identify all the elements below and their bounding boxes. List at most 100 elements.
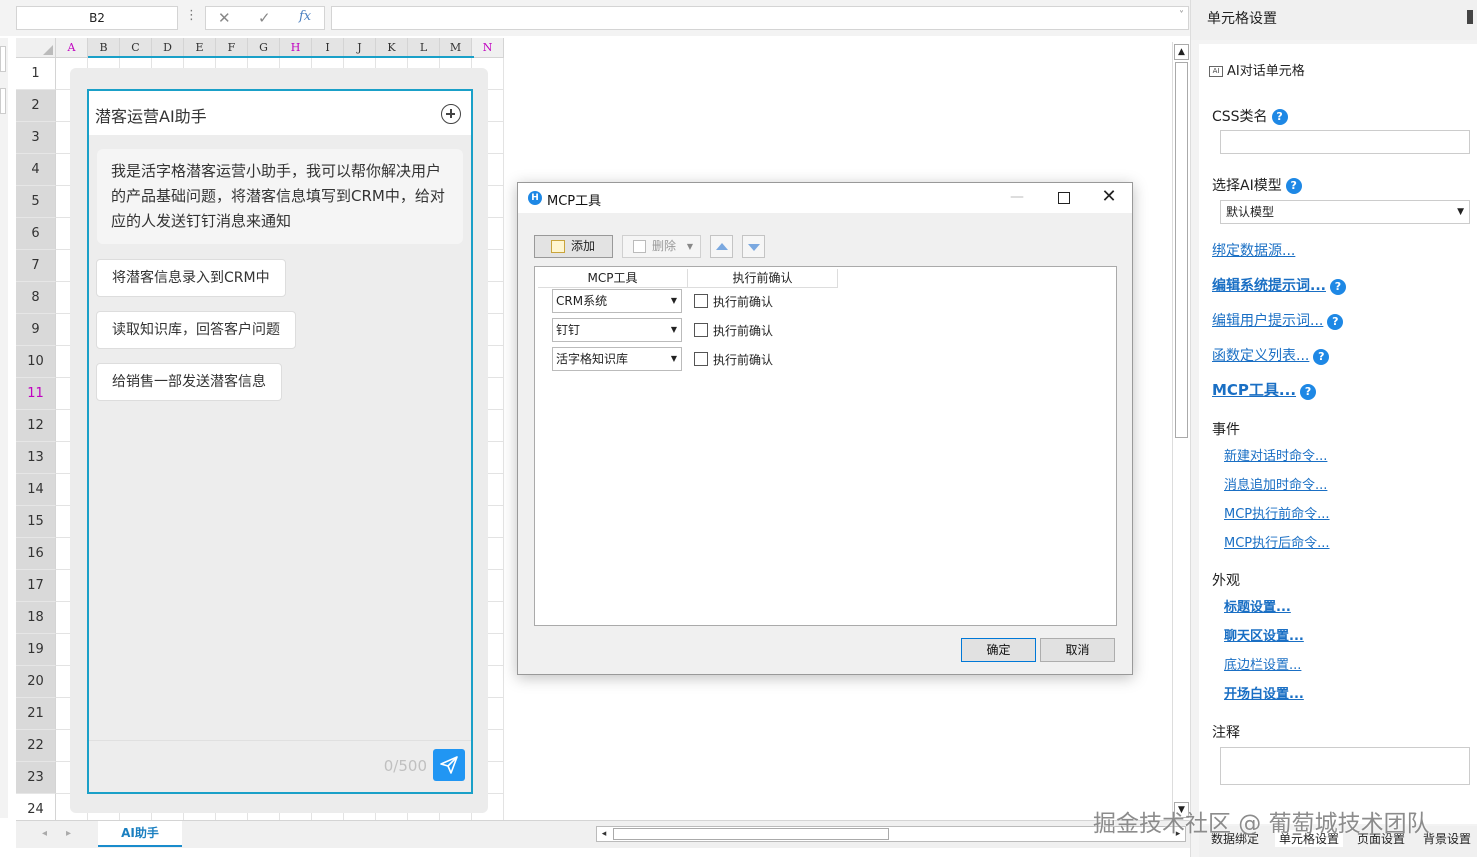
ok-button[interactable]: 确定 — [961, 638, 1036, 662]
help-icon[interactable]: ? — [1300, 383, 1317, 400]
help-icon[interactable]: ? — [1327, 313, 1344, 330]
row-header-cell[interactable]: 17 — [16, 570, 56, 602]
appearance-link[interactable]: 标题设置... — [1224, 596, 1291, 615]
sheet-tab-ai[interactable]: AI助手 — [98, 821, 182, 847]
close-icon[interactable]: ✕ — [1086, 183, 1132, 213]
column-header-cell[interactable]: M — [440, 38, 472, 58]
column-header-cell[interactable]: K — [376, 38, 408, 58]
column-header-cell[interactable]: G — [248, 38, 280, 58]
row-header-cell[interactable]: 9 — [16, 314, 56, 346]
move-down-icon[interactable] — [742, 235, 765, 258]
vertical-scrollbar[interactable]: ▲ ▼ — [1172, 42, 1190, 818]
select-all-corner[interactable] — [16, 38, 56, 58]
move-up-icon[interactable] — [710, 235, 733, 258]
tab-background-settings[interactable]: 背景设置 — [1423, 830, 1471, 847]
next-sheet-icon[interactable]: ▸ — [66, 828, 71, 839]
bind-datasource-link[interactable]: 绑定数据源... — [1212, 240, 1295, 260]
new-chat-icon[interactable] — [441, 104, 461, 124]
row-header-cell[interactable]: 7 — [16, 250, 56, 282]
column-header-cell[interactable]: J — [344, 38, 376, 58]
suggestion-button[interactable]: 给销售一部发送潜客信息 — [96, 363, 282, 401]
name-box[interactable]: B2 — [16, 6, 178, 30]
mcp-tools-link[interactable]: MCP工具... — [1212, 381, 1296, 399]
column-header-cell[interactable]: D — [152, 38, 184, 58]
row-header-cell[interactable]: 4 — [16, 154, 56, 186]
scroll-left-icon[interactable]: ◂ — [597, 827, 611, 841]
column-header-cell[interactable]: B — [88, 38, 120, 58]
ai-chat-cell[interactable]: 潜客运营AI助手 我是活字格潜客运营小助手，我可以帮你解决用户的产品基础问题，将… — [87, 89, 473, 794]
row-header-cell[interactable]: 10 — [16, 346, 56, 378]
edit-system-prompt-link[interactable]: 编辑系统提示词... — [1212, 278, 1326, 294]
send-button[interactable] — [433, 749, 465, 781]
row-header-cell[interactable]: 18 — [16, 602, 56, 634]
event-link[interactable]: 新建对话时命令... — [1224, 445, 1327, 464]
help-icon[interactable]: ? — [1329, 278, 1346, 295]
ai-model-select[interactable]: 默认模型 ▼ — [1220, 200, 1470, 224]
appearance-link[interactable]: 开场白设置... — [1224, 683, 1304, 702]
column-header-cell[interactable]: E — [184, 38, 216, 58]
maximize-icon[interactable] — [1040, 183, 1086, 213]
column-header-cell[interactable]: A — [56, 38, 88, 58]
confirm-checkbox[interactable] — [694, 323, 708, 337]
row-header-cell[interactable]: 23 — [16, 762, 56, 794]
scroll-thumb[interactable] — [1175, 62, 1188, 438]
column-header-cell[interactable]: C — [120, 38, 152, 58]
column-header-cell[interactable]: F — [216, 38, 248, 58]
tool-select[interactable]: 钉钉 ▼ — [552, 318, 682, 342]
column-header-cell[interactable]: H — [280, 38, 312, 58]
function-icon[interactable]: fx — [299, 9, 311, 24]
formula-input[interactable]: ˅ — [331, 6, 1189, 30]
confirm-checkbox[interactable] — [694, 294, 708, 308]
tool-select[interactable]: 活字格知识库 ▼ — [552, 347, 682, 371]
row-header-cell[interactable]: 11 — [16, 378, 56, 410]
function-list-link[interactable]: 函数定义列表... — [1212, 348, 1309, 364]
row-header-cell[interactable]: 15 — [16, 506, 56, 538]
minimize-icon[interactable]: — — [994, 183, 1040, 213]
delete-button[interactable]: 删除 ▼ — [622, 235, 701, 258]
column-header-cell[interactable]: L — [408, 38, 440, 58]
row-header-cell[interactable]: 24 — [16, 794, 56, 820]
chat-input[interactable]: 0/500 — [89, 740, 471, 792]
row-header-cell[interactable]: 3 — [16, 122, 56, 154]
confirm-icon[interactable]: ✓ — [258, 9, 271, 27]
row-header-cell[interactable]: 20 — [16, 666, 56, 698]
row-header-cell[interactable]: 14 — [16, 474, 56, 506]
appearance-link[interactable]: 聊天区设置... — [1224, 625, 1304, 644]
cancel-button[interactable]: 取消 — [1040, 638, 1115, 662]
row-header-cell[interactable]: 22 — [16, 730, 56, 762]
row-header-cell[interactable]: 21 — [16, 698, 56, 730]
note-input[interactable] — [1220, 747, 1470, 785]
help-icon[interactable]: ? — [1285, 178, 1302, 194]
edit-user-prompt-link[interactable]: 编辑用户提示词... — [1212, 313, 1323, 329]
pin-icon[interactable] — [1467, 10, 1473, 24]
hscroll-thumb[interactable] — [613, 828, 889, 840]
row-header-cell[interactable]: 6 — [16, 218, 56, 250]
help-icon[interactable]: ? — [1271, 109, 1288, 125]
dialog-titlebar[interactable]: H MCP工具 — ✕ — [518, 183, 1132, 213]
event-link[interactable]: MCP执行前命令... — [1224, 503, 1330, 522]
row-header-cell[interactable]: 5 — [16, 186, 56, 218]
confirm-checkbox[interactable] — [694, 352, 708, 366]
row-header-cell[interactable]: 1 — [16, 58, 56, 90]
strip-handle[interactable] — [0, 46, 6, 72]
suggestion-button[interactable]: 将潜客信息录入到CRM中 — [96, 259, 286, 297]
event-link[interactable]: 消息追加时命令... — [1224, 474, 1327, 493]
help-icon[interactable]: ? — [1313, 348, 1330, 365]
prev-sheet-icon[interactable]: ◂ — [42, 828, 47, 839]
strip-handle[interactable] — [0, 88, 6, 114]
column-header-cell[interactable]: I — [312, 38, 344, 58]
add-button[interactable]: 添加 — [534, 235, 613, 258]
row-header-cell[interactable]: 8 — [16, 282, 56, 314]
event-link[interactable]: MCP执行后命令... — [1224, 532, 1330, 551]
appearance-link[interactable]: 底边栏设置... — [1224, 654, 1301, 673]
scroll-up-icon[interactable]: ▲ — [1174, 44, 1189, 60]
cancel-icon[interactable]: ✕ — [218, 9, 231, 27]
row-header-cell[interactable]: 19 — [16, 634, 56, 666]
expand-icon[interactable]: ˅ — [1179, 10, 1184, 21]
row-header-cell[interactable]: 13 — [16, 442, 56, 474]
suggestion-button[interactable]: 读取知识库，回答客户问题 — [96, 311, 296, 349]
more-icon[interactable]: ⋮ — [185, 8, 198, 23]
tool-select[interactable]: CRM系统 ▼ — [552, 289, 682, 313]
row-header-cell[interactable]: 16 — [16, 538, 56, 570]
row-header-cell[interactable]: 2 — [16, 90, 56, 122]
